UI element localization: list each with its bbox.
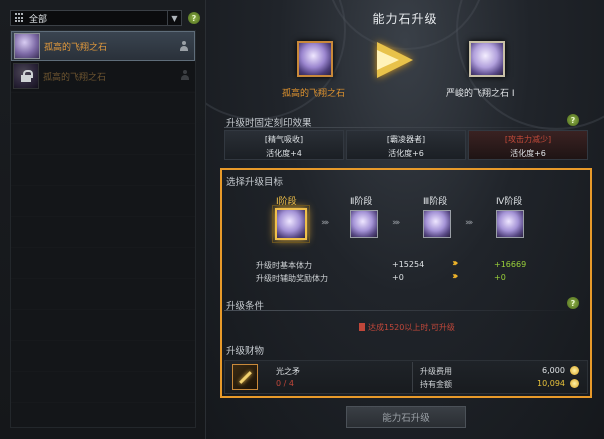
list-item[interactable]: 孤高的飞翔之石	[11, 31, 195, 61]
effect-cell: [精气吸收] 活化度+4	[224, 130, 344, 160]
source-stone-name: 孤高的飞翔之石	[282, 89, 346, 99]
stat-current: +0	[392, 273, 404, 282]
chevron-right-icon: ››››	[465, 218, 474, 228]
material-name: 光之矛	[276, 367, 300, 376]
filter-dropdown[interactable]: 全部 ▼	[10, 10, 182, 26]
stat-next: +0	[494, 273, 506, 282]
stat-label: 升级时辅助奖励体力	[256, 274, 328, 283]
coin-icon	[570, 366, 579, 375]
target-stone-name: 严峻的飞翔之石 Ⅰ	[446, 89, 515, 99]
effects-row: [精气吸收] 活化度+4 [霸凌器者] 活化度+6 [攻击力减少] 活化度+6	[224, 130, 588, 160]
grid-icon	[15, 13, 25, 23]
upgrade-panel: 能力石升级 孤高的飞翔之石 严峻的飞翔之石 Ⅰ 升级时固定刻印效果 ? [精气吸…	[206, 0, 604, 439]
cost-value: 6,000	[542, 366, 565, 375]
condition-text: 达成1520以上时,可升级	[368, 323, 455, 332]
arrow-right-icon: ›››	[452, 258, 459, 269]
stage-label: Ⅱ阶段	[350, 197, 373, 207]
person-icon	[181, 70, 189, 80]
stage-4-stone[interactable]	[496, 210, 524, 238]
chevron-right-icon: ››››	[321, 218, 330, 228]
material-count: 0 / 4	[276, 379, 294, 388]
effect-name: [霸凌器者]	[386, 135, 426, 144]
owned-label: 持有金额	[420, 380, 452, 389]
stone-icon	[297, 41, 333, 77]
stage-2-stone[interactable]	[350, 210, 378, 238]
effect-cell: [霸凌器者] 活化度+6	[346, 130, 466, 160]
chevron-down-icon[interactable]: ▼	[167, 11, 181, 25]
item-list: 孤高的飞翔之石 孤高的飞翔之石	[10, 30, 196, 428]
help-icon[interactable]: ?	[567, 297, 579, 309]
panel-title: 能力石升级	[372, 12, 438, 26]
item-list-panel: 全部 ▼ ? 孤高的飞翔之石 孤高的飞翔之石	[0, 0, 206, 439]
arrow-right-icon: ›››	[452, 271, 459, 282]
stone-icon	[469, 41, 505, 77]
list-item[interactable]: 孤高的飞翔之石	[11, 61, 195, 91]
cost-label: 升级费用	[420, 367, 452, 376]
owned-value: 10,094	[537, 379, 565, 388]
lock-icon	[21, 70, 33, 82]
filter-label: 全部	[29, 14, 48, 25]
coin-icon	[570, 379, 579, 388]
cost-title: 升级财物	[226, 346, 265, 357]
stage-1-stone[interactable]	[272, 205, 310, 243]
lock-icon	[359, 323, 365, 331]
item-name: 孤高的飞翔之石	[44, 42, 108, 53]
stage-3-stone[interactable]	[423, 210, 451, 238]
effect-cell: [攻击力减少] 活化度+6	[468, 130, 588, 160]
upgrade-button[interactable]: 能力石升级	[346, 406, 466, 428]
effect-name: [攻击力减少]	[504, 135, 552, 144]
effect-value: 活化度+6	[388, 149, 424, 158]
stone-icon	[14, 33, 40, 59]
stage-label: Ⅳ阶段	[496, 197, 523, 207]
item-name: 孤高的飞翔之石	[43, 72, 107, 83]
stage-label: Ⅲ阶段	[423, 197, 448, 207]
arrow-right-icon	[377, 50, 399, 70]
person-icon	[180, 41, 188, 51]
stat-next: +16669	[494, 260, 527, 269]
spear-icon[interactable]	[232, 364, 258, 390]
stat-current: +15254	[392, 260, 425, 269]
effect-value: 活化度+6	[510, 149, 546, 158]
help-icon[interactable]: ?	[188, 12, 200, 24]
chevron-right-icon: ››››	[392, 218, 401, 228]
target-title: 选择升级目标	[226, 177, 284, 188]
effect-name: [精气吸收]	[264, 135, 304, 144]
help-icon[interactable]: ?	[567, 114, 579, 126]
stat-label: 升级时基本体力	[256, 261, 312, 270]
effect-value: 活化度+4	[266, 149, 302, 158]
